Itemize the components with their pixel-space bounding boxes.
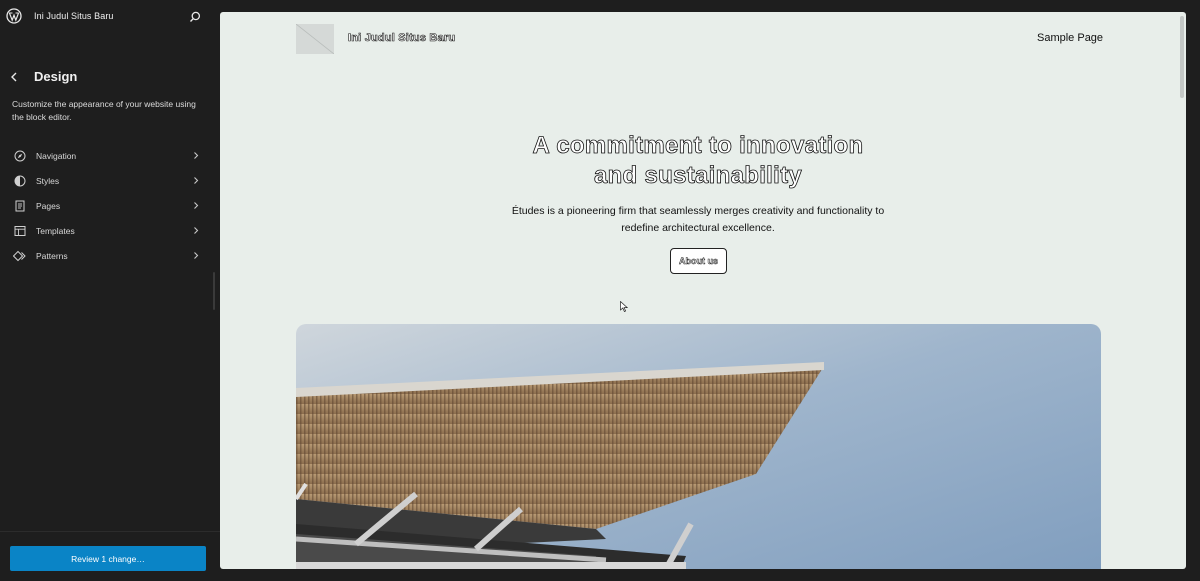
nav-item-templates[interactable]: Templates <box>10 218 204 243</box>
search-icon[interactable] <box>186 8 204 26</box>
chevron-right-icon <box>194 177 199 184</box>
preview-scrollbar[interactable] <box>1178 12 1186 569</box>
mouse-cursor-icon <box>620 301 628 312</box>
nav-link-sample-page[interactable]: Sample Page <box>1037 32 1103 44</box>
panel-description: Customize the appearance of your website… <box>12 99 196 122</box>
back-chevron-icon[interactable] <box>8 70 20 84</box>
chevron-right-icon <box>194 202 199 209</box>
hero-headline: A commitment to innovation and sustainab… <box>488 131 908 191</box>
navigation-icon <box>13 149 27 163</box>
site-preview[interactable]: Ini Judul Situs Baru Sample Page A commi… <box>220 12 1186 569</box>
site-name[interactable]: Ini Judul Situs Baru <box>34 11 114 21</box>
sidebar: Ini Judul Situs Baru Design Customize th… <box>0 0 220 581</box>
templates-icon <box>13 224 27 238</box>
hero-headline-line-2: and sustainability <box>593 162 803 190</box>
nav-item-styles[interactable]: Styles <box>10 168 204 193</box>
patterns-icon <box>13 249 27 263</box>
nav-item-navigation[interactable]: Navigation <box>10 143 204 168</box>
preview-site-title[interactable]: Ini Judul Situs Baru <box>348 32 456 45</box>
nav-item-label: Templates <box>36 225 75 236</box>
site-logo-placeholder[interactable] <box>295 23 335 55</box>
nav-item-pages[interactable]: Pages <box>10 193 204 218</box>
nav-item-patterns[interactable]: Patterns <box>10 243 204 268</box>
chevron-right-icon <box>194 252 199 259</box>
chevron-right-icon <box>194 152 199 159</box>
preview-scrollbar-thumb[interactable] <box>1180 16 1184 98</box>
sidebar-resize-handle[interactable] <box>213 272 215 310</box>
pages-icon <box>13 199 27 213</box>
wordpress-logo-icon[interactable] <box>6 8 22 24</box>
panel-title: Design <box>34 69 78 84</box>
hero-building-image[interactable] <box>296 324 1101 569</box>
styles-icon <box>13 174 27 188</box>
chevron-right-icon <box>194 227 199 234</box>
nav-item-label: Patterns <box>36 250 68 261</box>
about-us-button[interactable]: About us <box>670 248 727 274</box>
about-us-button-label: About us <box>679 256 719 267</box>
hero-headline-line-1: A commitment to innovation <box>532 132 864 160</box>
nav-item-label: Navigation <box>36 150 77 161</box>
sidebar-header: Ini Judul Situs Baru <box>0 0 220 34</box>
design-nav-list: Navigation Styles Pages Templates Patter… <box>10 143 204 268</box>
nav-item-label: Styles <box>36 175 60 186</box>
hero-subtext: Études is a pioneering firm that seamles… <box>511 205 885 234</box>
footer-divider <box>0 531 220 532</box>
review-changes-button[interactable]: Review 1 change… <box>10 546 206 571</box>
nav-item-label: Pages <box>36 200 61 211</box>
